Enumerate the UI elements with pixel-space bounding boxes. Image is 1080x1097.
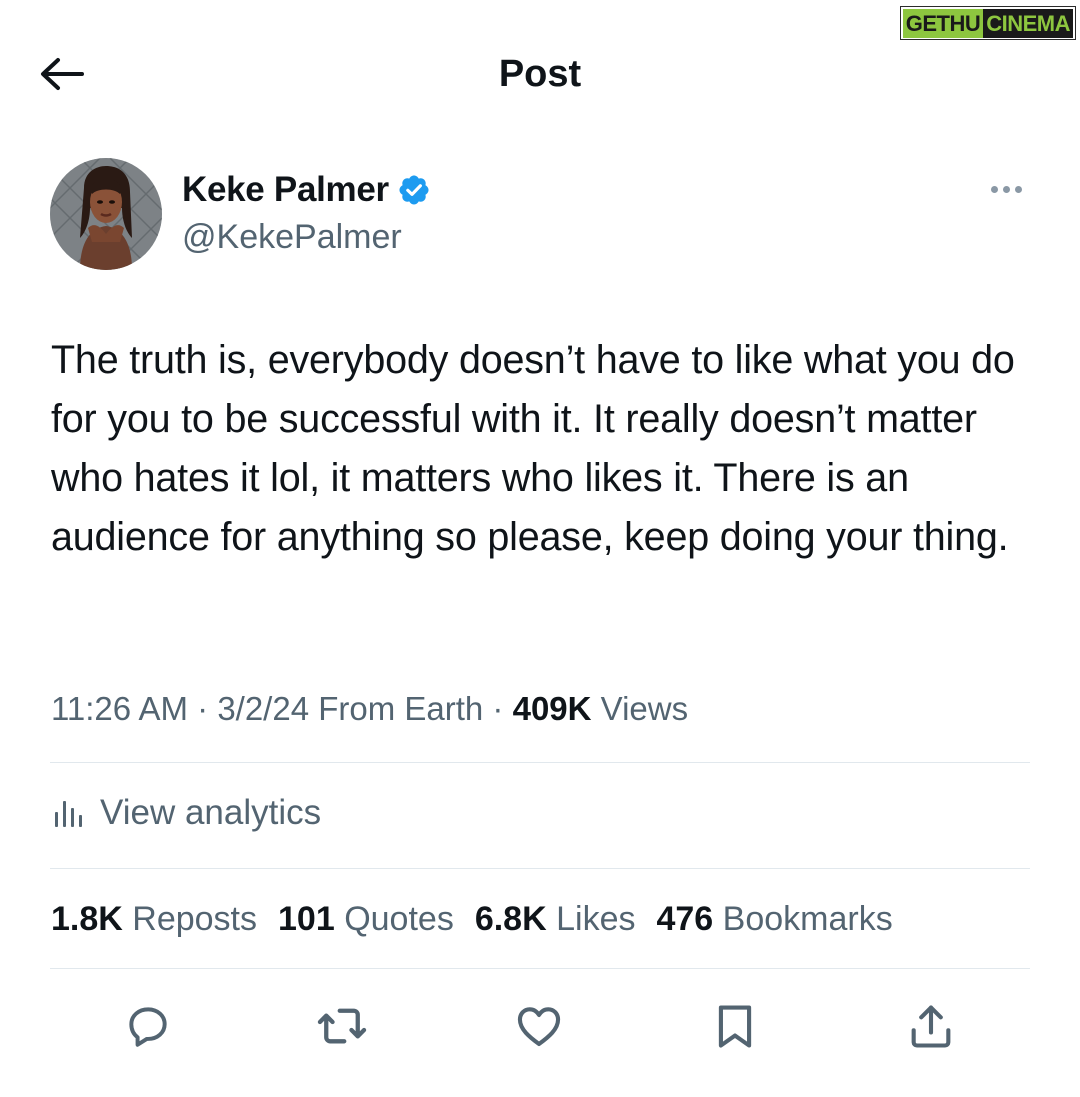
repost-icon [317,1008,367,1044]
bookmarks-stat[interactable]: 476 Bookmarks [656,900,892,939]
quotes-label: Quotes [334,900,454,938]
divider [50,762,1030,763]
avatar[interactable] [50,158,162,270]
bookmark-icon [718,1005,752,1048]
divider [50,868,1030,869]
quotes-count: 101 [278,900,335,938]
user-handle[interactable]: @KekePalmer [182,218,402,257]
reposts-label: Reposts [122,900,258,938]
page-title: Post [498,53,582,95]
watermark-logo: GETHU CINEMA [899,6,1076,40]
top-bar: Post [0,40,1080,110]
action-bar [0,998,1080,1058]
display-name[interactable]: Keke Palmer [182,170,389,210]
watermark-left-text: GETHU [902,8,984,38]
reply-button[interactable] [120,998,176,1054]
reposts-stat[interactable]: 1.8K Reposts [51,900,257,939]
verified-badge-icon [399,175,429,205]
more-dot-icon [990,185,998,193]
like-icon [517,1007,561,1047]
likes-stat[interactable]: 6.8K Likes [475,900,636,939]
tweet-text: The truth is, everybody doesn’t have to … [51,338,1015,559]
likes-label: Likes [546,900,636,938]
views-count: 409K [512,690,592,727]
name-row: Keke Palmer [182,170,431,210]
tweet-source: From Earth [309,690,484,727]
divider [50,968,1030,969]
analytics-bars-icon [55,801,82,827]
meta-separator: · [187,690,218,727]
more-options-button[interactable] [984,174,1028,204]
likes-count: 6.8K [474,900,547,938]
tweet-time[interactable]: 11:26 AM [51,690,188,727]
avatar-image [50,158,162,270]
quotes-stat[interactable]: 101 Quotes [278,900,454,939]
reply-icon [129,1007,167,1047]
engagement-stats: 1.8K Reposts 101 Quotes 6.8K Likes 476 B… [51,900,893,939]
more-dot-icon [1014,185,1022,193]
views-label: Views [591,690,689,727]
author-row: Keke Palmer @KekePalmer [50,158,1040,273]
tweet-date[interactable]: 3/2/24 [217,690,309,727]
reposts-count: 1.8K [51,900,123,938]
watermark-right-text: CINEMA [983,8,1073,38]
like-button[interactable] [511,998,567,1054]
bookmarks-label: Bookmarks [713,900,893,938]
more-dot-icon [1002,185,1010,193]
share-icon [911,1005,951,1048]
meta-separator: · [483,690,513,727]
tweet-meta: 11:26 AM · 3/2/24 From Earth · 409K View… [51,690,688,728]
bookmarks-count: 476 [656,900,714,938]
view-analytics-link[interactable]: View analytics [50,790,321,836]
view-analytics-label: View analytics [100,793,322,832]
repost-button[interactable] [314,998,370,1054]
share-button[interactable] [903,998,959,1054]
bookmark-button[interactable] [707,998,763,1054]
